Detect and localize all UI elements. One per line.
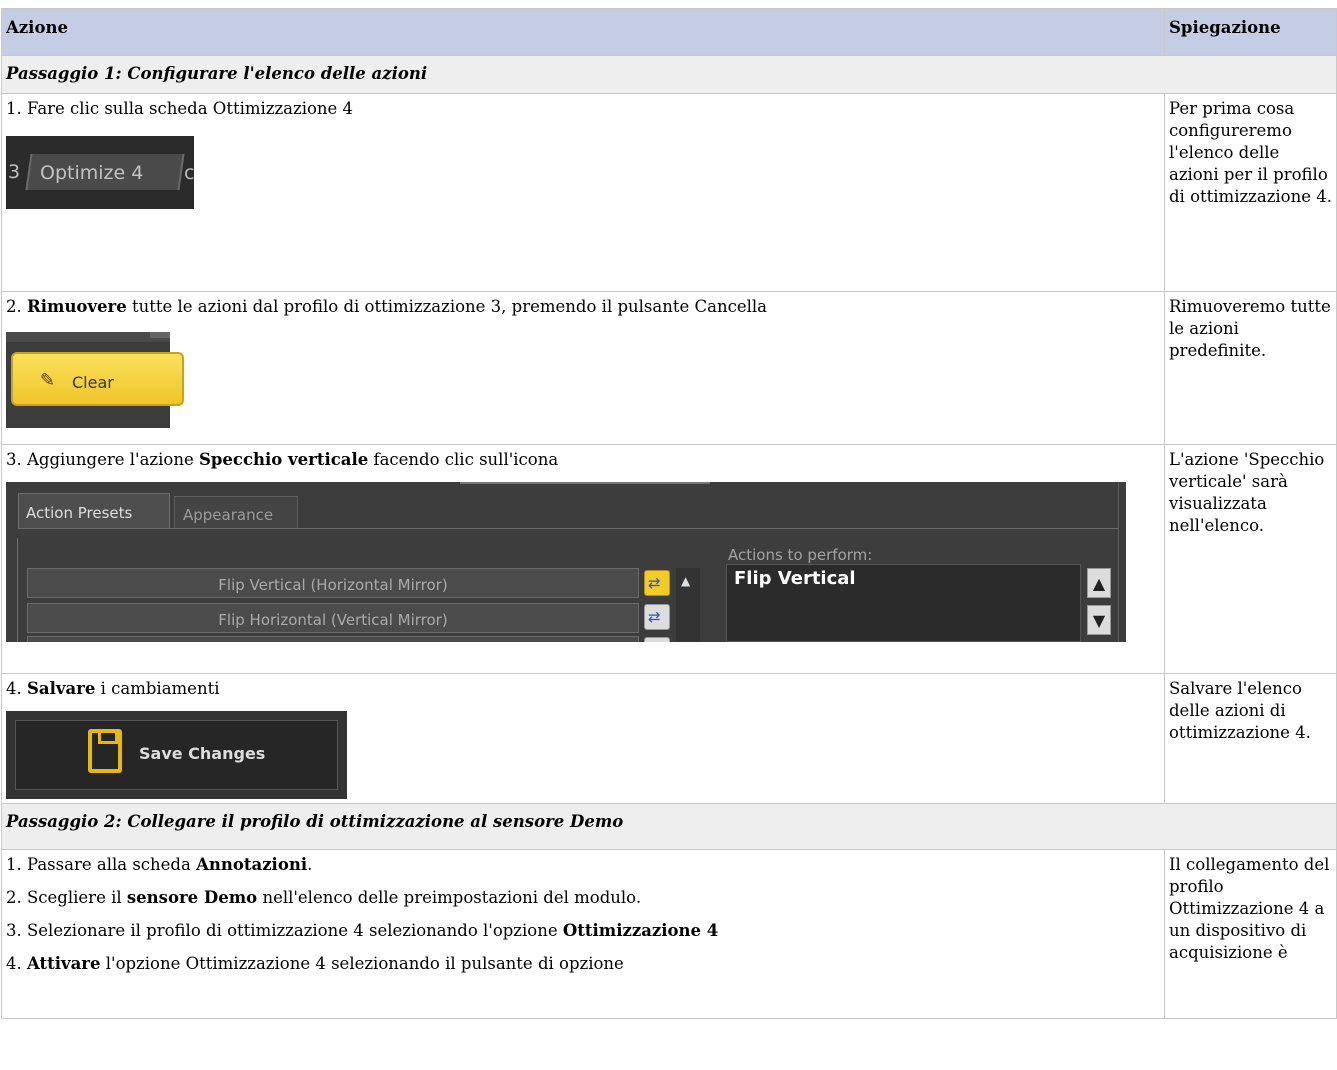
optimize-tab-screenshot: 3 Optimize 4 c (6, 136, 194, 209)
action-cell: 2. Rimuovere tutte le azioni dal profilo… (1, 291, 1165, 445)
action-cell: 1. Fare clic sulla scheda Ottimizzazione… (1, 93, 1165, 292)
line-bold: Attivare (27, 954, 101, 973)
scroll-up-icon: ▲ (681, 574, 691, 588)
line-text: 2. Scegliere il (6, 888, 122, 907)
row2-text: 2. Rimuovere tutte le azioni dal profilo… (6, 296, 1160, 318)
toolbar-strip (6, 332, 170, 342)
row4-text: 4. Salvare i cambiamenti (6, 678, 1160, 700)
row3-text: 3. Aggiungere l'azione Specchio vertical… (6, 449, 1160, 471)
step2-title: Passaggio 2: Collegare il profilo di ott… (1, 803, 1337, 850)
row1-text: 1. Fare clic sulla scheda Ottimizzazione… (6, 99, 354, 118)
actions-to-perform-label: Actions to perform: (728, 546, 873, 564)
explanation-cell: Rimuoveremo tutte le azioni predefinite. (1164, 291, 1337, 445)
row3-rest: facendo clic sull'icona (373, 450, 559, 469)
table-row: 3. Aggiungere l'azione Specchio vertical… (1, 444, 1337, 674)
broom-icon: ✎ (40, 370, 56, 391)
save-changes-screenshot: Save Changes (6, 711, 347, 799)
line-bold: sensore Demo (126, 888, 258, 907)
tab-action-presets: Action Presets (18, 493, 170, 529)
action-cell: 3. Aggiungere l'azione Specchio vertical… (1, 444, 1165, 674)
row2-bold: Rimuovere (27, 297, 127, 316)
splitter-handle (460, 482, 710, 484)
step2-title-row: Passaggio 2: Collegare il profilo di ott… (1, 803, 1337, 850)
tab-appearance: Appearance (174, 496, 298, 529)
clear-button-screenshot: ✎ Clear (6, 332, 184, 428)
line-text: l'opzione Ottimizzazione 4 selezionando … (105, 954, 624, 973)
row4-num: 4. (6, 679, 22, 698)
line-bold: Annotazioni (196, 855, 308, 874)
row2-num: 2. (6, 297, 22, 316)
scroll-nub (150, 332, 170, 338)
move-up-icon: ▲ (1087, 568, 1111, 598)
row3-num: 3. Aggiungere l'azione (6, 450, 194, 469)
action-presets-screenshot: Action Presets Appearance Flip Vertical … (6, 482, 1126, 642)
preset-row: Flip Horizontal (Vertical Mirror) (27, 603, 639, 633)
add-action-icon: ⇄ (644, 570, 670, 596)
panel-border (1118, 482, 1119, 642)
step2-line-1: 1. Passare alla scheda Annotazioni. (6, 854, 1160, 876)
preset-row (27, 636, 639, 642)
header-action: Azione (1, 8, 1165, 56)
action-cell: 4. Salvare i cambiamenti Save Changes (1, 673, 1165, 804)
step1-title: Passaggio 1: Configurare l'elenco delle … (1, 55, 1337, 94)
row4-rest: i cambiamenti (100, 679, 220, 698)
row3-bold: Specchio verticale (198, 450, 369, 469)
line-text: . (307, 855, 313, 874)
line-text: 4. (6, 954, 22, 973)
tab-divider (18, 528, 1118, 529)
action-item: Flip Vertical (734, 568, 856, 589)
line-bold: Ottimizzazione 4 (562, 921, 719, 940)
move-down-icon: ▼ (1087, 605, 1111, 635)
optimize-4-tab: Optimize 4 (40, 162, 144, 184)
explanation-cell: Salvare l'elenco delle azioni di ottimiz… (1164, 673, 1337, 804)
add-action-icon (644, 637, 670, 642)
step1-title-row: Passaggio 1: Configurare l'elenco delle … (1, 55, 1337, 94)
row4-bold: Salvare (27, 679, 96, 698)
table-row: 2. Rimuovere tutte le azioni dal profilo… (1, 291, 1337, 445)
explanation-cell: Per prima cosa configureremo l'elenco de… (1164, 93, 1337, 292)
row2-rest: tutte le azioni dal profilo di ottimizza… (131, 297, 767, 316)
instructions-table: Azione Spiegazione Passaggio 1: Configur… (1, 8, 1337, 1019)
action-cell: 1. Passare alla scheda Annotazioni. 2. S… (1, 849, 1165, 1019)
list-border (17, 538, 18, 642)
step2-line-3: 3. Selezionare il profilo di ottimizzazi… (6, 920, 1160, 942)
table-row: 1. Passare alla scheda Annotazioni. 2. S… (1, 849, 1337, 1019)
step2-line-2: 2. Scegliere il sensore Demo nell'elenco… (6, 887, 1160, 909)
preset-row: Flip Vertical (Horizontal Mirror) (27, 568, 639, 598)
line-text: 1. Passare alla scheda (6, 855, 191, 874)
save-changes-label: Save Changes (139, 744, 266, 763)
next-tab-label: c (184, 162, 194, 184)
line-text: nell'elenco delle preimpostazioni del mo… (262, 888, 642, 907)
prev-tab-label: 3 (8, 161, 21, 183)
add-action-icon: ⇄ (644, 604, 670, 630)
line-text: 3. Selezionare il profilo di ottimizzazi… (6, 921, 558, 940)
table-row: 4. Salvare i cambiamenti Save Changes Sa… (1, 673, 1337, 804)
table-row: 1. Fare clic sulla scheda Ottimizzazione… (1, 93, 1337, 292)
explanation-cell: Il collegamento del profilo Ottimizzazio… (1164, 849, 1337, 1019)
step2-line-4: 4. Attivare l'opzione Ottimizzazione 4 s… (6, 953, 1160, 975)
clear-button-label: Clear (72, 373, 114, 392)
floppy-disk-icon (88, 729, 122, 773)
header-explanation: Spiegazione (1164, 8, 1337, 56)
explanation-cell: L'azione 'Specchio verticale' sarà visua… (1164, 444, 1337, 674)
header-row: Azione Spiegazione (1, 8, 1337, 56)
